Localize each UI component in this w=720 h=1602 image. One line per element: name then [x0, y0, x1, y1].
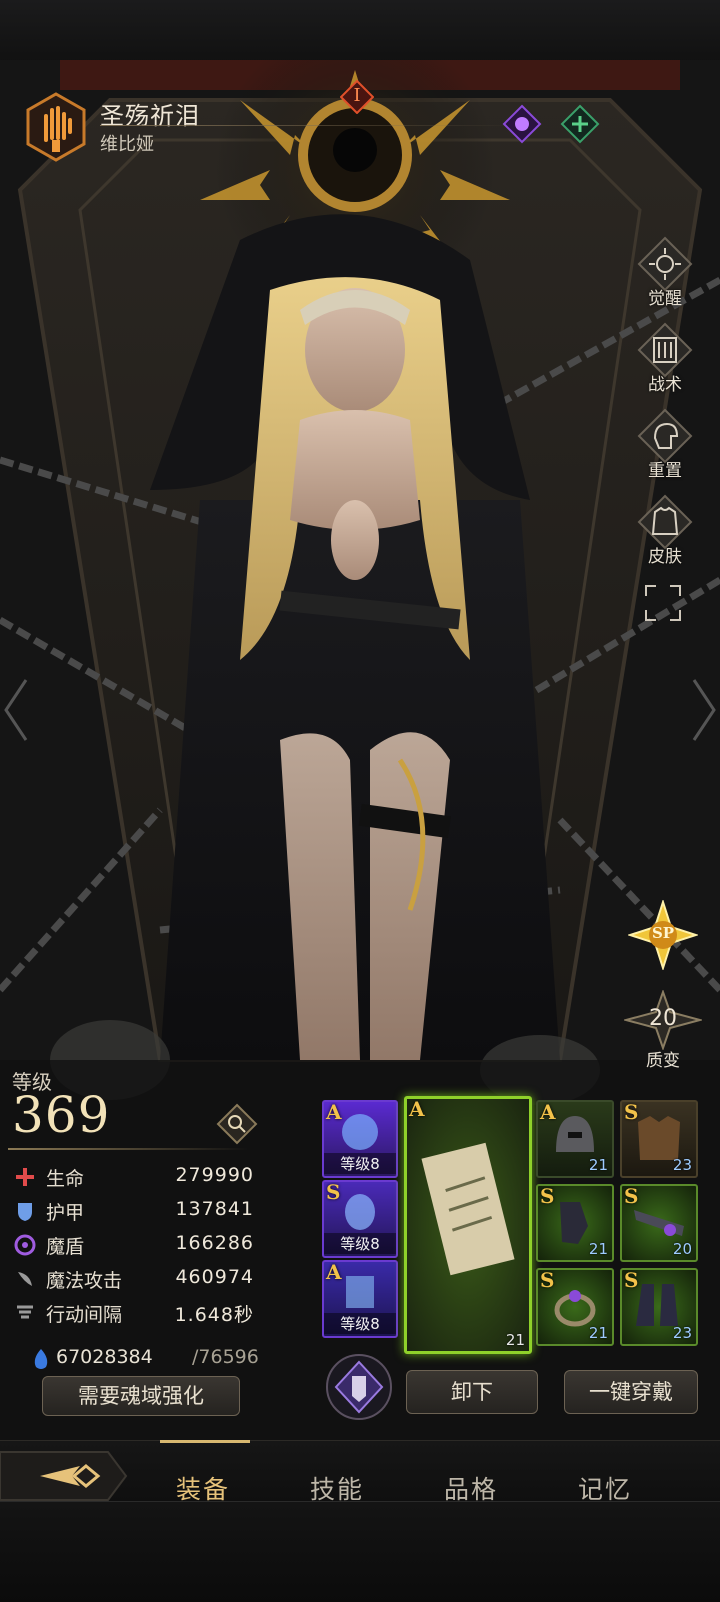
- fullscreen-button[interactable]: [644, 584, 682, 622]
- equipment-set-icon: [326, 1354, 392, 1420]
- gear-count: 21: [588, 1240, 608, 1258]
- level-value: 369: [12, 1086, 111, 1144]
- element-badge-green[interactable]: [560, 104, 600, 144]
- gear-slot-helmet[interactable]: A 21: [536, 1100, 614, 1178]
- unequip-button[interactable]: 卸下: [406, 1370, 538, 1414]
- relic-grade: A: [326, 1100, 342, 1124]
- gear-slot-weapon[interactable]: S 20: [620, 1184, 698, 1262]
- reset-label: 重置: [648, 461, 682, 481]
- magnifier-icon: [216, 1103, 258, 1145]
- stat-magic-shield: 魔盾 166286: [14, 1230, 254, 1260]
- gear-slot-ring[interactable]: S 21: [536, 1268, 614, 1346]
- class-emblem[interactable]: [26, 92, 86, 162]
- soul-upgrade-button[interactable]: 需要魂域强化: [42, 1376, 240, 1416]
- previous-character-arrow[interactable]: [0, 670, 30, 750]
- magic-attack-icon: [18, 1272, 32, 1286]
- relic-slot-2[interactable]: S 等级8: [322, 1180, 398, 1258]
- level-underline: [8, 1148, 248, 1150]
- scroll-icon: [421, 1142, 515, 1276]
- equipment-set-button[interactable]: [324, 1352, 394, 1422]
- main-item-count: 21: [505, 1331, 525, 1349]
- element-badge-purple[interactable]: [502, 104, 542, 144]
- gear-grade: S: [540, 1184, 555, 1208]
- gear-slot-gauntlet[interactable]: S 21: [536, 1184, 614, 1262]
- hand-emblem-icon: [26, 92, 86, 162]
- active-tab-indicator: [160, 1440, 250, 1443]
- health-icon: [16, 1168, 34, 1186]
- gear-grade: A: [540, 1100, 556, 1124]
- relic-level: 等级8: [324, 1313, 396, 1334]
- soul-currency: 67028384 /76596: [30, 1345, 260, 1373]
- gear-grade: S: [624, 1268, 639, 1292]
- soul-flame-icon: [34, 1349, 48, 1369]
- stat-value: 137841: [175, 1198, 254, 1220]
- stat-label: 魔法攻击: [46, 1270, 123, 1292]
- stat-health: 生命 279990: [14, 1162, 254, 1192]
- action-interval-icon: [17, 1305, 33, 1319]
- stat-label: 生命: [46, 1168, 85, 1190]
- stat-armor: 护甲 137841: [14, 1196, 254, 1226]
- quality-label: 质变: [646, 1051, 680, 1071]
- armor-icon: [18, 1203, 32, 1221]
- skin-label: 皮肤: [648, 547, 682, 567]
- gear-count: 23: [672, 1156, 692, 1174]
- skin-button[interactable]: 皮肤: [634, 494, 696, 574]
- shadow-element-icon: [502, 104, 542, 144]
- quality-change-button[interactable]: 20 质变: [622, 988, 704, 1071]
- sp-label: SP: [651, 924, 675, 942]
- bottom-bar: [0, 1501, 720, 1602]
- fullscreen-icon: [645, 585, 681, 621]
- relic-slot-3[interactable]: A 等级8: [322, 1260, 398, 1338]
- chevron-left-icon: [4, 679, 28, 741]
- quality-value: 20: [649, 1006, 677, 1031]
- stat-label: 魔盾: [46, 1236, 85, 1258]
- relic-level: 等级8: [324, 1233, 396, 1254]
- gear-slot-boots[interactable]: S 23: [620, 1268, 698, 1346]
- relic-slot-1[interactable]: A 等级8: [322, 1100, 398, 1178]
- stat-value: 1.648秒: [174, 1304, 254, 1326]
- gear-count: 20: [672, 1240, 692, 1258]
- gear-slot-armor[interactable]: S 23: [620, 1100, 698, 1178]
- equip-all-button[interactable]: 一键穿戴: [564, 1370, 698, 1414]
- awaken-label: 觉醒: [648, 289, 682, 309]
- gear-grade: S: [624, 1184, 639, 1208]
- stat-value: 460974: [175, 1266, 254, 1288]
- tactics-label: 战术: [648, 375, 682, 395]
- soul-required: /76596: [192, 1346, 259, 1368]
- relic-grade: A: [326, 1260, 342, 1284]
- header-divider: [100, 125, 520, 126]
- relic-grade: S: [326, 1180, 341, 1204]
- stat-value: 166286: [175, 1232, 254, 1254]
- stat-label: 护甲: [46, 1202, 85, 1224]
- back-arrow-icon: [0, 1451, 128, 1501]
- sp-badge[interactable]: SP: [626, 898, 700, 972]
- top-bar: [0, 0, 720, 63]
- gear-grade: S: [624, 1100, 639, 1124]
- rank-badge: I: [339, 79, 375, 115]
- tactics-button[interactable]: 战术: [634, 322, 696, 402]
- stat-action-interval: 行动间隔 1.648秒: [14, 1298, 254, 1328]
- next-character-arrow[interactable]: [690, 670, 720, 750]
- gear-count: 23: [672, 1324, 692, 1342]
- gear-count: 21: [588, 1324, 608, 1342]
- reset-button[interactable]: 重置: [634, 408, 696, 488]
- back-button[interactable]: [0, 1448, 128, 1504]
- healer-role-icon: [560, 104, 600, 144]
- stat-label: 行动间隔: [46, 1304, 123, 1326]
- soul-current: 67028384: [56, 1346, 153, 1368]
- gear-grade: S: [540, 1268, 555, 1292]
- main-item-grade: A: [409, 1097, 425, 1121]
- rank-badge-label: I: [353, 85, 361, 106]
- chevron-right-icon: [692, 679, 716, 741]
- relic-level: 等级8: [324, 1153, 396, 1174]
- character-subtitle: 维比娅: [100, 134, 154, 155]
- level-detail-button[interactable]: [216, 1103, 258, 1145]
- main-equipment-slot[interactable]: A 21: [404, 1096, 532, 1354]
- awaken-button[interactable]: 觉醒: [634, 236, 696, 316]
- gear-count: 21: [588, 1156, 608, 1174]
- magic-shield-icon: [14, 1234, 36, 1256]
- stat-value: 279990: [175, 1164, 254, 1186]
- stat-magic-attack: 魔法攻击 460974: [14, 1264, 254, 1294]
